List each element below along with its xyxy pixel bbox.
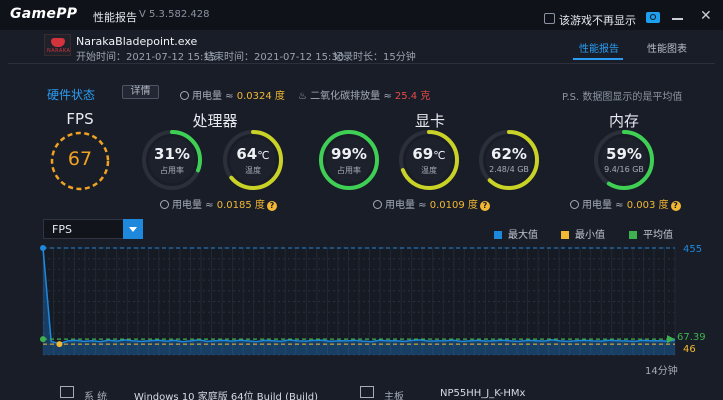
gpu-temp-label: 温度 [421,166,437,175]
cpu-temp-gauge: 64℃ 温度 [221,128,285,192]
carbon-prefix: 二氧化碳排放量 ≈ [310,91,395,102]
memory-power-prefix: 用电量 ≈ [582,200,627,211]
max-point [40,245,46,251]
fps-chart: 455 67.3946 14分钟 [40,244,706,377]
cpu-temp-number: 64 [236,145,258,163]
system-value: Windows 10 家庭版 64位 Build (Build) [134,392,318,400]
carbon-emission: ♨ 二氧化碳排放量 ≈ 25.4 克 [298,87,430,102]
cpu-power-prefix: 用电量 ≈ [172,200,217,211]
hide-game-checkbox[interactable] [544,13,555,24]
legend-max-swatch [494,231,502,239]
leaf-icon: ♨ [298,91,307,102]
cpu-temp-value: 64℃ [221,145,285,163]
camera-icon[interactable] [646,12,660,23]
avg-point [40,336,46,343]
gpu-temp-value: 69℃ [397,145,461,163]
legend-min: 最小值 [561,226,605,241]
legend-max: 最大值 [494,226,538,241]
active-tab-indicator [573,58,623,60]
app-title: 性能报告 [93,11,137,24]
gpu-power: 用电量 ≈ 0.0109 度? [373,196,490,211]
carbon-value: 25.4 克 [394,91,431,102]
time-axis-label: 14分钟 [645,364,678,377]
total-power-value: 0.0324 度 [236,91,285,102]
gpu-usage-gauge: 99% 占用率 [317,128,381,192]
memory-power-value: 0.003 度 [626,200,669,211]
fps-section-title: FPS [66,110,94,128]
gpu-temp-number: 69 [412,145,434,163]
divider [8,63,715,64]
min-value-label: 46 [683,344,696,355]
avg-value-label: 67.39 [677,332,706,343]
cpu-usage-gauge: 31% 占用率 [140,128,204,192]
legend-min-swatch [561,231,569,239]
legend-avg: 平均值 [629,226,673,241]
help-icon[interactable]: ? [670,201,681,211]
memory-power: 用电量 ≈ 0.003 度? [570,196,681,211]
cpu-usage-label: 占用率 [160,166,184,175]
power-icon [160,200,169,209]
cpu-temp-unit: ℃ [257,149,270,162]
game-name: NarakaBladepoint.exe [76,35,198,48]
gpu-usage-value: 99% [331,145,367,163]
memory-usage-gauge: 59% 9.4/16 GB [592,128,656,192]
hide-game-label[interactable]: 该游戏不再显示 [559,12,636,28]
gpu-power-prefix: 用电量 ≈ [385,200,430,211]
game-logo-mark [51,38,65,47]
metric-select-value: FPS [52,223,72,236]
cpu-usage-value: 31% [154,145,190,163]
memory-usage-label: 9.4/16 GB [604,165,644,174]
gpu-temp-unit: ℃ [433,149,446,162]
power-icon [180,91,189,100]
hardware-status-title: 硬件状态 [47,88,96,102]
min-point [56,341,63,348]
power-icon [570,200,579,209]
chevron-down-icon[interactable] [123,219,143,239]
cpu-power-value: 0.0185 度 [216,200,265,211]
gpu-vram-value: 62% [491,145,527,163]
fps-gauge: 67 [48,129,112,193]
tab-performance-chart[interactable]: 性能图表 [647,40,687,55]
gpu-usage-label: 占用率 [337,166,361,175]
system-label: 系 统 [84,392,108,400]
end-time: 结束时间：2021-07-12 15:30 [204,52,345,63]
game-icon: NARAKA [44,34,71,56]
cpu-temp-label: 温度 [245,166,261,175]
memory-usage-value: 59% [606,145,642,163]
motherboard-icon [360,386,374,398]
duration: 记录时长：15分钟 [333,52,416,63]
total-power-prefix: 用电量 ≈ [192,91,237,102]
gpu-temp-gauge: 69℃ 温度 [397,128,461,192]
board-value: NP55HH_J_K-HMx [440,388,526,399]
system-icon [60,386,74,398]
power-icon [373,200,382,209]
game-logo-text: NARAKA [47,48,71,54]
average-note: P.S. 数据图显示的是平均值 [562,92,683,103]
close-button[interactable]: ✕ [700,9,712,23]
start-time: 开始时间：2021-07-12 15:15 [76,52,217,63]
legend-avg-swatch [629,231,637,239]
gpu-power-value: 0.0109 度 [429,200,478,211]
metric-select[interactable]: FPS [43,219,143,239]
minimize-button[interactable] [672,18,683,20]
help-icon[interactable]: ? [266,201,277,211]
app-logo: GamePP [10,6,78,22]
help-icon[interactable]: ? [479,201,490,211]
tab-performance-report[interactable]: 性能报告 [579,40,619,55]
max-value-label: 455 [683,244,702,255]
fps-value: 67 [67,148,93,170]
cpu-power: 用电量 ≈ 0.0185 度? [160,196,277,211]
gpu-vram-gauge: 62% 2.48/4 GB [477,128,541,192]
board-label: 主板 [384,392,404,400]
total-power: 用电量 ≈ 0.0324 度 [180,87,285,102]
gpu-vram-label: 2.48/4 GB [489,165,529,174]
details-button[interactable]: 详情 [122,85,159,99]
app-version: V 5.3.582.428 [139,9,210,20]
